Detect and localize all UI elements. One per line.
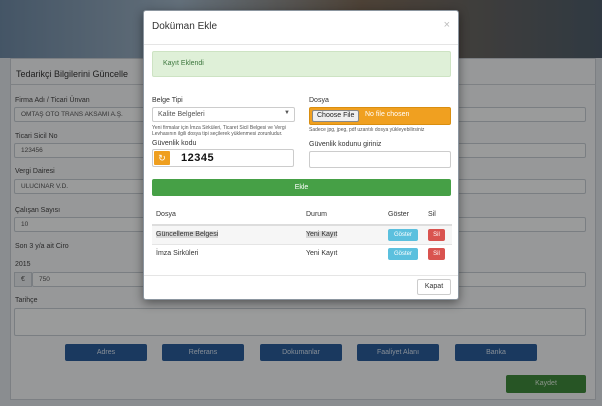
captcha-code: 12345	[181, 152, 215, 164]
file-status: Yeni Kayıt	[306, 231, 338, 239]
delete-button[interactable]: Sil	[428, 247, 445, 260]
chevron-down-icon: ▼	[284, 110, 290, 116]
modal-title: Doküman Ekle	[152, 21, 218, 32]
file-label: Dosya	[309, 97, 329, 104]
file-status: Yeni Kayıt	[302, 243, 384, 263]
refresh-icon[interactable]: ↻	[154, 151, 170, 165]
modal-header: Doküman Ekle ×	[144, 11, 458, 45]
table-row: İmza Sirküleri Yeni Kayıt Göster Sil	[152, 243, 452, 263]
doc-type-value: Kalite Belgeleri	[158, 111, 205, 118]
captcha-box: ↻ 12345	[152, 149, 294, 167]
add-button[interactable]: Ekle	[152, 179, 451, 196]
file-name: Güncelleme Belgesi	[156, 231, 219, 239]
success-alert: Kayıt Eklendi	[152, 51, 451, 77]
doc-type-label: Belge Tipi	[152, 97, 183, 104]
file-help: Sadece jpg, jpeg, pdf uzantılı dosya yük…	[309, 127, 425, 133]
add-document-modal: Doküman Ekle × Kayıt Eklendi Belge Tipi …	[143, 10, 459, 300]
file-status: No file chosen	[365, 111, 410, 118]
column-header-status: Durum	[302, 205, 384, 226]
documents-table: Dosya Durum Göster Sil Güncelleme Belges…	[152, 205, 452, 263]
close-button[interactable]: Kapat	[417, 279, 451, 295]
show-button[interactable]: Göster	[388, 228, 418, 241]
close-icon[interactable]: ×	[444, 19, 450, 31]
column-header-file: Dosya	[152, 205, 302, 226]
captcha-input-label: Güvenlik kodunu giriniz	[309, 141, 382, 148]
choose-file-button[interactable]: Choose File	[312, 110, 360, 122]
show-button[interactable]: Göster	[388, 247, 418, 260]
column-header-show: Göster	[384, 205, 424, 226]
doc-type-help: Yeni firmalar için İmza Sirküleri, Ticar…	[152, 125, 286, 137]
file-input[interactable]: Choose File No file chosen	[309, 107, 451, 125]
table-row: Güncelleme Belgesi Yeni Kayıt Göster Sil	[152, 224, 452, 244]
delete-button[interactable]: Sil	[428, 228, 445, 241]
table-header-row: Dosya Durum Göster Sil	[152, 205, 452, 226]
file-name: İmza Sirküleri	[152, 243, 302, 263]
captcha-input[interactable]	[309, 151, 451, 168]
modal-footer-divider	[144, 275, 458, 276]
captcha-label: Güvenlik kodu	[152, 140, 197, 147]
doc-type-select[interactable]: Kalite Belgeleri ▼	[152, 107, 295, 122]
column-header-delete: Sil	[424, 205, 452, 226]
